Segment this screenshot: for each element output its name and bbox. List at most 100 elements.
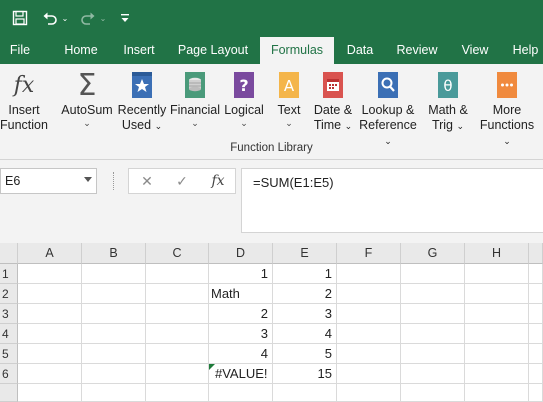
row-header-4[interactable]: 4 xyxy=(0,324,18,344)
cell-h7[interactable] xyxy=(465,384,529,402)
formula-input[interactable]: =SUM(E1:E5) xyxy=(241,168,543,233)
cell-b3[interactable] xyxy=(82,304,146,324)
cell-h4[interactable] xyxy=(465,324,529,344)
tab-formulas[interactable]: Formulas xyxy=(260,37,334,64)
tab-review[interactable]: Review xyxy=(392,36,442,64)
cell-g5[interactable] xyxy=(401,344,465,364)
cell-b5[interactable] xyxy=(82,344,146,364)
redo-icon[interactable] xyxy=(78,6,98,30)
insert-function-icon[interactable]: fx xyxy=(205,170,231,192)
cell-g3[interactable] xyxy=(401,304,465,324)
cell-i6[interactable] xyxy=(529,364,543,384)
row-header-3[interactable]: 3 xyxy=(0,304,18,324)
cell-i2[interactable] xyxy=(529,284,543,304)
cell-h1[interactable] xyxy=(465,264,529,284)
cell-f3[interactable] xyxy=(337,304,401,324)
cell-e5[interactable]: 5 xyxy=(273,344,337,364)
cell-c3[interactable] xyxy=(146,304,209,324)
cancel-icon[interactable]: ✕ xyxy=(134,170,160,192)
cell-e6[interactable]: 15 xyxy=(273,364,337,384)
tab-file[interactable]: File xyxy=(0,36,40,64)
column-header-i[interactable] xyxy=(529,243,543,264)
date-time-button[interactable]: Date & Time ⌄ xyxy=(303,70,363,134)
enter-icon[interactable]: ✓ xyxy=(169,170,195,192)
column-header-g[interactable]: G xyxy=(401,243,465,264)
cell-f4[interactable] xyxy=(337,324,401,344)
cell-f6[interactable] xyxy=(337,364,401,384)
cell-b7[interactable] xyxy=(82,384,146,402)
cell-c6[interactable] xyxy=(146,364,209,384)
cell-a4[interactable] xyxy=(18,324,82,344)
math-trig-button[interactable]: θ Math & Trig ⌄ xyxy=(418,70,478,134)
cell-g7[interactable] xyxy=(401,384,465,402)
column-header-a[interactable]: A xyxy=(18,243,82,264)
cell-i7[interactable] xyxy=(529,384,543,402)
row-header-7[interactable] xyxy=(0,384,18,402)
cell-d6[interactable]: #VALUE! xyxy=(209,364,273,384)
undo-dropdown-icon[interactable]: ⌄ xyxy=(60,6,70,30)
name-box[interactable]: E6 xyxy=(0,168,97,194)
cell-f7[interactable] xyxy=(337,384,401,402)
row-header-5[interactable]: 5 xyxy=(0,344,18,364)
cell-d1[interactable]: 1 xyxy=(209,264,273,284)
cell-b4[interactable] xyxy=(82,324,146,344)
cell-b2[interactable] xyxy=(82,284,146,304)
cell-d5[interactable]: 4 xyxy=(209,344,273,364)
customize-qat-icon[interactable] xyxy=(118,6,132,30)
cell-h2[interactable] xyxy=(465,284,529,304)
cell-b6[interactable] xyxy=(82,364,146,384)
tab-help[interactable]: Help xyxy=(508,36,543,64)
autosum-button[interactable]: Σ AutoSum ⌄ xyxy=(57,70,117,128)
cell-g6[interactable] xyxy=(401,364,465,384)
cell-i5[interactable] xyxy=(529,344,543,364)
cell-g4[interactable] xyxy=(401,324,465,344)
column-header-h[interactable]: H xyxy=(465,243,529,264)
cell-f2[interactable] xyxy=(337,284,401,304)
column-header-b[interactable]: B xyxy=(82,243,146,264)
tab-view[interactable]: View xyxy=(455,36,495,64)
formula-bar-splitter[interactable] xyxy=(113,172,115,190)
undo-icon[interactable] xyxy=(40,6,60,30)
cell-a5[interactable] xyxy=(18,344,82,364)
cell-h3[interactable] xyxy=(465,304,529,324)
cell-e7[interactable] xyxy=(273,384,337,402)
cell-a6[interactable] xyxy=(18,364,82,384)
cell-e1[interactable]: 1 xyxy=(273,264,337,284)
row-header-1[interactable]: 1 xyxy=(0,264,18,284)
cell-c1[interactable] xyxy=(146,264,209,284)
column-header-e[interactable]: E xyxy=(273,243,337,264)
cell-d3[interactable]: 2 xyxy=(209,304,273,324)
cell-a3[interactable] xyxy=(18,304,82,324)
more-functions-button[interactable]: More Functions ⌄ xyxy=(477,70,537,149)
insert-function-button[interactable]: fx Insert Function xyxy=(0,70,54,133)
tab-insert[interactable]: Insert xyxy=(116,36,162,64)
cell-e2[interactable]: 2 xyxy=(273,284,337,304)
column-header-d[interactable]: D xyxy=(209,243,273,264)
cell-c5[interactable] xyxy=(146,344,209,364)
cell-a1[interactable] xyxy=(18,264,82,284)
recently-used-button[interactable]: Recently Used ⌄ xyxy=(112,70,172,134)
column-header-f[interactable]: F xyxy=(337,243,401,264)
cell-a7[interactable] xyxy=(18,384,82,402)
select-all-corner[interactable] xyxy=(0,243,18,264)
cell-c2[interactable] xyxy=(146,284,209,304)
cell-g2[interactable] xyxy=(401,284,465,304)
cell-i3[interactable] xyxy=(529,304,543,324)
tab-data[interactable]: Data xyxy=(340,36,380,64)
cell-i4[interactable] xyxy=(529,324,543,344)
cell-c4[interactable] xyxy=(146,324,209,344)
row-header-2[interactable]: 2 xyxy=(0,284,18,304)
cell-d7[interactable] xyxy=(209,384,273,402)
cell-d4[interactable]: 3 xyxy=(209,324,273,344)
redo-dropdown-icon[interactable]: ⌄ xyxy=(98,6,108,30)
cell-c7[interactable] xyxy=(146,384,209,402)
name-box-dropdown-icon[interactable] xyxy=(84,177,92,182)
lookup-reference-button[interactable]: Lookup & Reference ⌄ xyxy=(358,70,418,149)
cell-g1[interactable] xyxy=(401,264,465,284)
cell-e4[interactable]: 4 xyxy=(273,324,337,344)
tab-home[interactable]: Home xyxy=(56,36,106,64)
cell-h5[interactable] xyxy=(465,344,529,364)
cell-d2[interactable]: Math xyxy=(209,284,273,304)
cell-i1[interactable] xyxy=(529,264,543,284)
save-icon[interactable] xyxy=(8,6,32,30)
